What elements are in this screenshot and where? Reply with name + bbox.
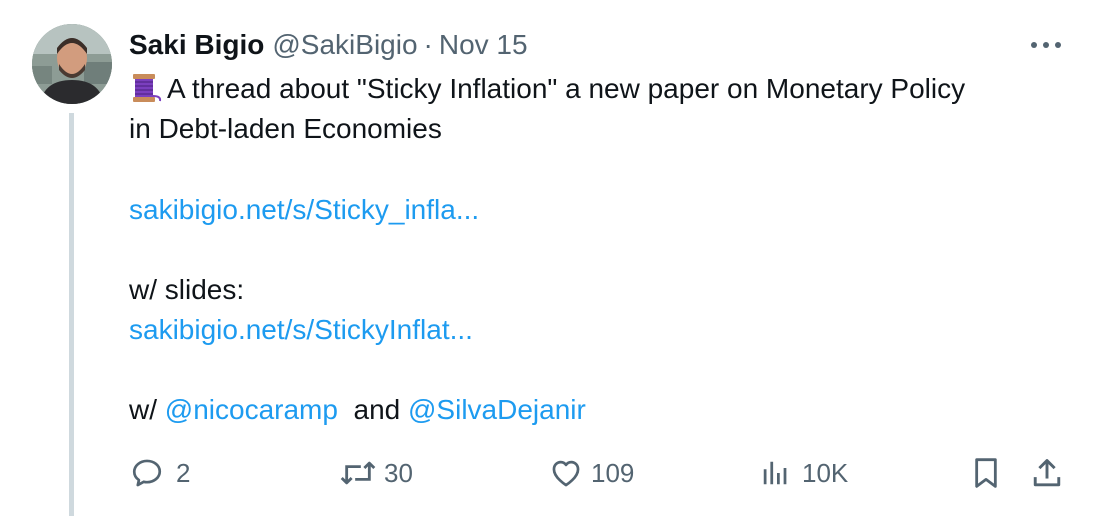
mention-silvadejanir[interactable]: @SilvaDejanir bbox=[408, 394, 586, 425]
share-icon bbox=[1030, 455, 1064, 491]
like-button[interactable]: 109 bbox=[549, 450, 634, 496]
reply-count: 2 bbox=[176, 457, 191, 488]
repost-button[interactable]: 30 bbox=[338, 450, 413, 496]
tweet-date[interactable]: Nov 15 bbox=[439, 29, 528, 61]
separator-dot: · bbox=[423, 29, 433, 60]
with-prefix: w/ bbox=[129, 394, 157, 425]
action-bar: 2 30 109 10K bbox=[0, 450, 1098, 496]
repost-icon bbox=[338, 456, 378, 490]
like-count: 109 bbox=[591, 457, 635, 488]
views-count: 10K bbox=[802, 457, 849, 488]
share-button[interactable] bbox=[1030, 450, 1064, 496]
heart-icon bbox=[549, 456, 583, 490]
slides-label: w/ slides: bbox=[129, 274, 245, 305]
slides-link[interactable]: sakibigio.net/s/StickyInflat... bbox=[129, 310, 473, 350]
views-chart-icon bbox=[760, 456, 790, 490]
tweet-text-line-1: A thread about "Sticky Inflation" a new … bbox=[167, 73, 966, 104]
author-handle[interactable]: @SakiBigio bbox=[272, 29, 417, 61]
reply-button[interactable]: 2 bbox=[130, 450, 190, 496]
mention-nicocaramp[interactable]: @nicocaramp bbox=[165, 394, 338, 425]
conjunction-text: and bbox=[353, 394, 401, 425]
bookmark-button[interactable] bbox=[970, 450, 1002, 496]
paper-link[interactable]: sakibigio.net/s/Sticky_infla... bbox=[129, 190, 479, 230]
spool-of-thread-icon bbox=[129, 70, 163, 104]
avatar-photo bbox=[32, 24, 112, 104]
views-button[interactable]: 10K bbox=[760, 450, 848, 496]
repost-count: 30 bbox=[384, 457, 413, 488]
author-name[interactable]: Saki Bigio bbox=[129, 29, 264, 61]
reply-icon bbox=[130, 456, 164, 490]
bookmark-icon bbox=[970, 455, 1002, 491]
tweet-text-line-2: in Debt-laden Economies bbox=[129, 113, 442, 144]
coauthors-line: w/ @nicocaramp and @SilvaDejanir bbox=[129, 390, 586, 430]
tweet-line-1: A thread about "Sticky Inflation" a new … bbox=[129, 69, 965, 109]
more-icon[interactable] bbox=[1026, 30, 1066, 60]
avatar[interactable] bbox=[32, 24, 112, 104]
tweet-header: Saki Bigio @SakiBigio · Nov 15 bbox=[129, 28, 528, 62]
